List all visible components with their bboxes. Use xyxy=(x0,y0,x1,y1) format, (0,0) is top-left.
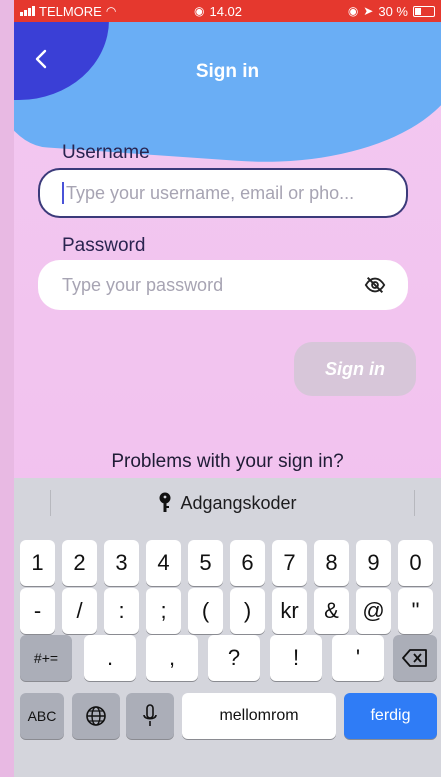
microphone-icon xyxy=(143,704,157,726)
carrier-name: TELMORE xyxy=(39,3,102,19)
key[interactable]: ' xyxy=(332,635,384,681)
username-placeholder: Type your username, email or pho... xyxy=(66,182,355,203)
key[interactable]: kr xyxy=(272,588,307,634)
key[interactable]: 8 xyxy=(314,540,349,586)
keyboard: Adgangskoder 1234567890 - /:;() kr & @ " .,?!… xyxy=(14,478,441,777)
key-icon xyxy=(159,492,171,512)
key[interactable]: " xyxy=(398,588,433,634)
suggestion-label: Adgangskoder xyxy=(180,492,297,513)
location-icon: ➤ xyxy=(363,4,374,18)
key[interactable]: ! xyxy=(270,635,322,681)
password-placeholder: Type your password xyxy=(62,274,224,295)
key[interactable]: , xyxy=(146,635,198,681)
backspace-key[interactable] xyxy=(393,635,437,681)
lock-rotation-icon: ◉ xyxy=(347,4,359,18)
key[interactable]: 7 xyxy=(272,540,307,586)
shift-symbols-key[interactable]: #+= xyxy=(20,635,72,681)
username-field[interactable]: Type your username, email or pho... xyxy=(38,168,408,218)
password-suggestion[interactable]: Adgangskoder xyxy=(14,478,441,528)
key[interactable]: ) xyxy=(230,588,265,634)
left-edge xyxy=(0,0,14,777)
text-caret xyxy=(62,182,64,204)
screen: TELMORE ◠ ◉ 14.02 ◉ ➤ 30 % Sign in Usern… xyxy=(14,0,441,777)
password-label: Password xyxy=(62,235,146,256)
key[interactable]: 2 xyxy=(62,540,97,586)
key[interactable]: 5 xyxy=(188,540,223,586)
wifi-icon: ◠ xyxy=(105,4,117,18)
key[interactable]: 0 xyxy=(398,540,433,586)
sign-in-help-link[interactable]: Problems with your sign in? xyxy=(14,451,441,473)
globe-key[interactable] xyxy=(72,693,120,739)
page-title: Sign in xyxy=(195,61,260,82)
microphone-key[interactable] xyxy=(126,693,174,739)
backspace-icon xyxy=(402,649,427,667)
key[interactable]: ? xyxy=(208,635,260,681)
signal-icon xyxy=(20,6,35,16)
eye-slash-icon[interactable] xyxy=(364,274,386,296)
password-field[interactable]: Type your password xyxy=(38,260,408,310)
key[interactable]: . xyxy=(84,635,136,681)
key[interactable]: 3 xyxy=(104,540,139,586)
abc-key[interactable]: ABC xyxy=(20,693,64,739)
battery-icon xyxy=(413,5,435,17)
key[interactable]: 6 xyxy=(230,540,265,586)
clock-time: 14.02 xyxy=(209,3,243,19)
key[interactable]: / xyxy=(62,588,97,634)
sign-in-button[interactable]: Sign in xyxy=(294,342,416,396)
status-bar: TELMORE ◠ ◉ 14.02 ◉ ➤ 30 % xyxy=(14,0,441,22)
key[interactable]: - xyxy=(20,588,55,634)
alarm-icon: ◉ xyxy=(194,4,205,18)
key[interactable]: & xyxy=(314,588,349,634)
username-label: Username xyxy=(62,142,150,163)
key[interactable]: @ xyxy=(356,588,391,634)
key[interactable]: : xyxy=(104,588,139,634)
key[interactable]: ( xyxy=(188,588,223,634)
key[interactable]: 9 xyxy=(356,540,391,586)
key[interactable]: ; xyxy=(146,588,181,634)
space-key[interactable]: mellomrom xyxy=(182,693,336,739)
done-key[interactable]: ferdig xyxy=(344,693,437,739)
key[interactable]: 1 xyxy=(20,540,55,586)
key[interactable]: 4 xyxy=(146,540,181,586)
battery-percent: 30 % xyxy=(378,3,408,19)
globe-icon xyxy=(86,706,106,726)
